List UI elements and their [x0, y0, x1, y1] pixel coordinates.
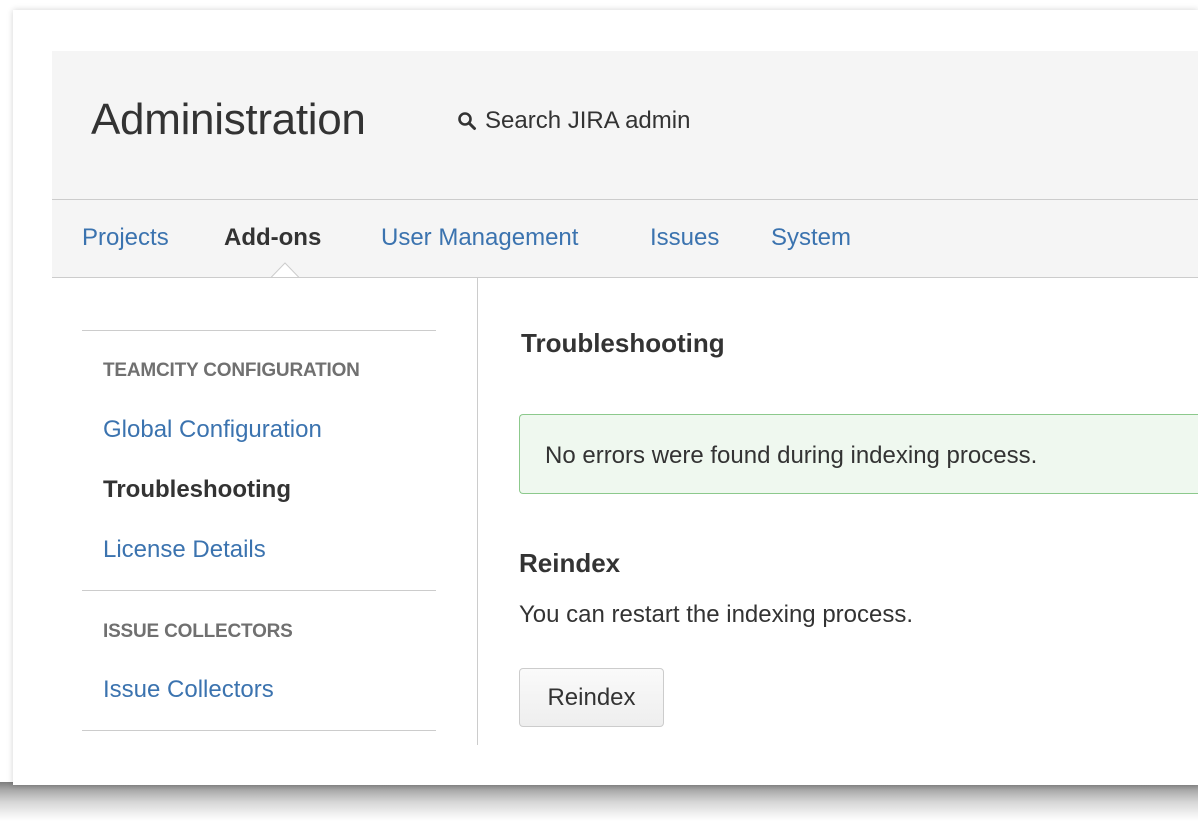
sidebar-item-global-configuration[interactable]: Global Configuration: [103, 416, 322, 444]
page-title: Troubleshooting: [521, 328, 725, 358]
active-tab-indicator: [271, 262, 299, 277]
reindex-description: You can restart the indexing process.: [519, 601, 914, 628]
reindex-heading: Reindex: [519, 548, 621, 578]
success-message: No errors were found during indexing pro…: [519, 414, 1198, 494]
sidebar-divider: [82, 730, 436, 731]
sidebar-divider: [82, 590, 436, 591]
sidebar-divider: [82, 330, 436, 331]
frame-shadow: [0, 782, 1198, 821]
success-message-text: No errors were found during indexing pro…: [545, 442, 1038, 469]
admin-tabs: Projects Add-ons User Management Issues …: [52, 200, 1198, 278]
sidebar-item-license-details[interactable]: License Details: [103, 536, 266, 564]
sidebar-item-troubleshooting[interactable]: Troubleshooting: [103, 476, 291, 504]
page-header-title: Administration: [91, 95, 366, 144]
sidebar-item-issue-collectors[interactable]: Issue Collectors: [103, 676, 274, 704]
search-icon: [458, 112, 476, 130]
reindex-button[interactable]: Reindex: [519, 668, 664, 727]
tab-add-ons[interactable]: Add-ons: [224, 224, 321, 252]
sidebar-heading-issue-collectors: ISSUE COLLECTORS: [103, 621, 293, 642]
admin-search[interactable]: Search JIRA admin: [457, 107, 690, 135]
tab-system[interactable]: System: [771, 224, 851, 252]
content-divider: [477, 278, 478, 745]
tab-user-management[interactable]: User Management: [381, 224, 578, 252]
search-label: Search JIRA admin: [485, 107, 691, 134]
tab-projects[interactable]: Projects: [82, 224, 169, 252]
admin-header: Administration Search JIRA admin: [52, 51, 1198, 200]
tab-issues[interactable]: Issues: [650, 224, 719, 252]
sidebar-heading-teamcity: TEAMCITY CONFIGURATION: [103, 360, 360, 381]
